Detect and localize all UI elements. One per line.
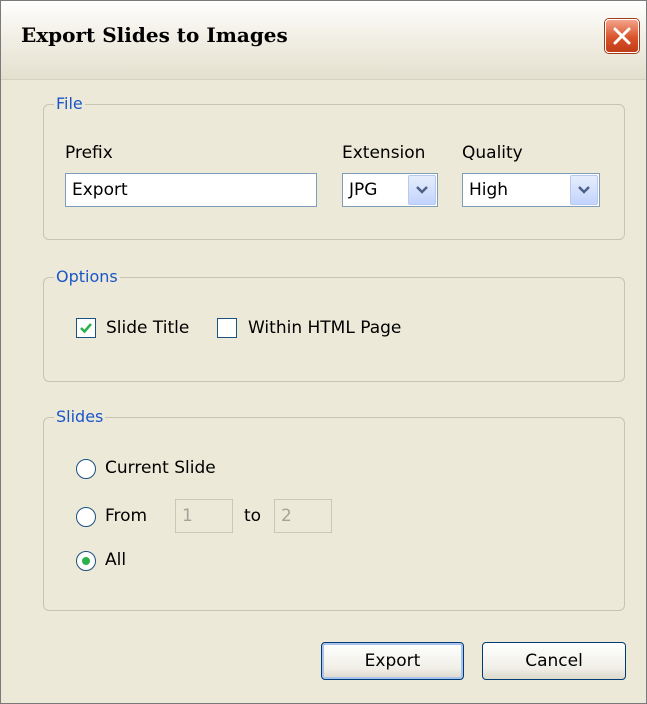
quality-value: High <box>469 180 509 200</box>
within-html-label: Within HTML Page <box>248 318 402 338</box>
extension-select[interactable]: JPG <box>342 173 438 207</box>
to-label: to <box>244 506 262 526</box>
prefix-input[interactable]: Export <box>65 173 317 207</box>
all-label: All <box>105 550 127 570</box>
dialog-title: Export Slides to Images <box>21 23 288 47</box>
extension-label: Extension <box>342 143 426 163</box>
from-label: From <box>105 506 148 526</box>
all-radio[interactable] <box>76 551 96 571</box>
prefix-label: Prefix <box>65 143 113 163</box>
close-button[interactable] <box>605 19 639 53</box>
current-slide-radio[interactable] <box>76 459 96 479</box>
from-radio[interactable] <box>76 507 96 527</box>
file-legend: File <box>54 94 85 114</box>
chevron-down-icon <box>578 186 590 194</box>
file-group: File <box>43 94 625 240</box>
quality-dropdown-button[interactable] <box>570 175 598 205</box>
quality-select[interactable]: High <box>462 173 600 207</box>
current-slide-label: Current Slide <box>105 458 216 478</box>
extension-dropdown-button[interactable] <box>408 175 436 205</box>
slide-title-label: Slide Title <box>106 318 190 338</box>
checkmark-icon <box>80 323 92 334</box>
options-legend: Options <box>54 267 120 287</box>
slides-legend: Slides <box>54 407 106 427</box>
chevron-down-icon <box>416 186 428 194</box>
title-bar[interactable]: Export Slides to Images <box>1 1 646 80</box>
within-html-checkbox[interactable] <box>217 318 237 338</box>
cancel-button[interactable]: Cancel <box>482 642 626 680</box>
close-icon <box>613 27 631 45</box>
slide-title-checkbox[interactable] <box>76 318 96 338</box>
from-input[interactable]: 1 <box>175 499 233 533</box>
radio-selected-dot <box>82 557 90 565</box>
to-input[interactable]: 2 <box>274 499 332 533</box>
quality-label: Quality <box>462 143 523 163</box>
export-dialog: Export Slides to Images File Prefix Expo… <box>0 0 647 704</box>
extension-value: JPG <box>349 180 378 200</box>
export-button[interactable]: Export <box>321 642 464 680</box>
